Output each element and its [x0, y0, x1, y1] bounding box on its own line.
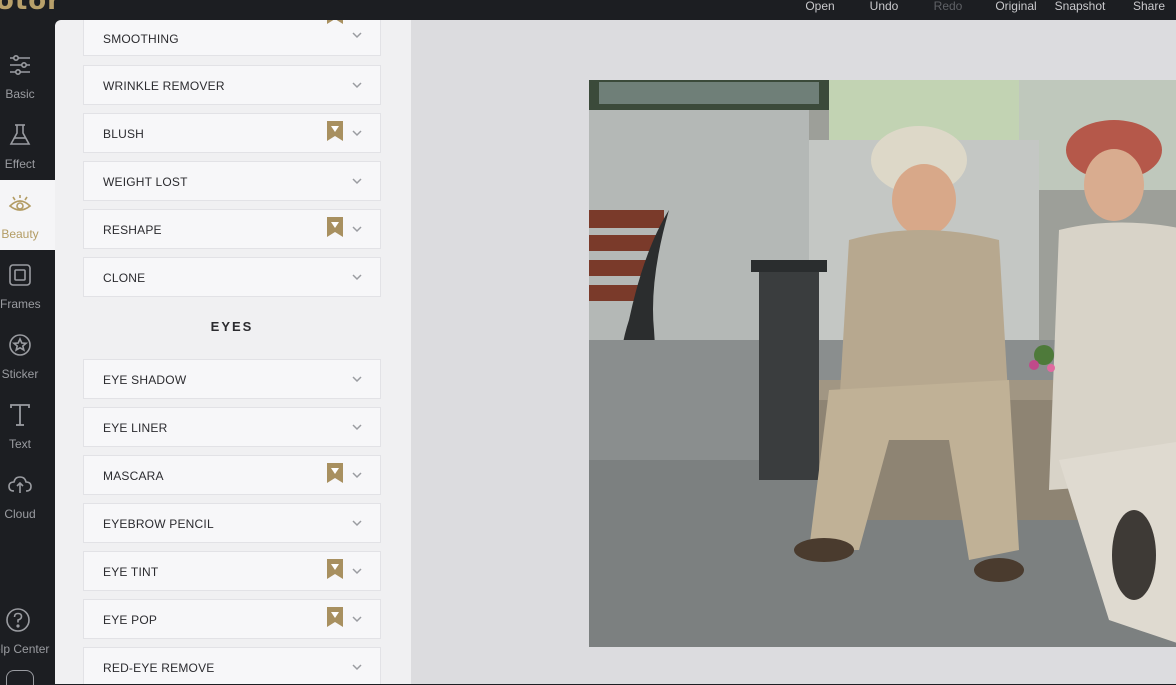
tool-item-eye-pop[interactable]: EYE POP: [83, 599, 381, 639]
app-logo: otor: [0, 0, 61, 16]
tool-item-eye-liner[interactable]: EYE LINER: [83, 407, 381, 447]
tool-item-label: EYE POP: [103, 613, 158, 627]
tool-item-label: RESHAPE: [103, 223, 162, 237]
tool-item-label: BLUSH: [103, 127, 145, 141]
tool-rail: Basic Effect Beauty Frames Sticker Text …: [0, 20, 55, 685]
tool-item-eye-tint[interactable]: EYE TINT: [83, 551, 381, 591]
redo-button[interactable]: Redo: [928, 0, 968, 13]
rail-label-text: Text: [8, 437, 31, 451]
chevron-down-icon: [350, 270, 364, 284]
tool-item-label: EYE LINER: [103, 421, 168, 435]
rail-label-basic: Basic: [5, 87, 35, 101]
text-icon: [8, 402, 32, 428]
rail-label-beauty: Beauty: [1, 227, 39, 241]
chevron-down-icon: [350, 420, 364, 434]
chevron-down-icon: [350, 468, 364, 482]
chevron-down-icon: [350, 612, 364, 626]
star-circle-icon: [8, 332, 32, 358]
rail-item-text[interactable]: Text: [0, 390, 55, 460]
tool-item-red-eye-remove[interactable]: RED-EYE REMOVE: [83, 647, 381, 684]
tool-item-wrinkle-remover[interactable]: WRINKLE REMOVER: [83, 65, 381, 105]
chevron-down-icon: [350, 174, 364, 188]
top-bar: otor Open Undo Redo Original Snapshot Sh…: [0, 0, 1176, 20]
rail-item-cloud[interactable]: Cloud: [0, 460, 55, 530]
tool-item-mascara[interactable]: MASCARA: [83, 455, 381, 495]
tool-item-clone[interactable]: CLONE: [83, 257, 381, 297]
rail-item-effect[interactable]: Effect: [0, 110, 55, 180]
editor-canvas[interactable]: [411, 20, 1176, 684]
rail-item-frames[interactable]: Frames: [0, 250, 55, 320]
original-button[interactable]: Original: [988, 0, 1044, 13]
section-title-eyes: EYES: [210, 319, 254, 334]
tool-item-reshape[interactable]: RESHAPE: [83, 209, 381, 249]
tool-item-eyebrow-pencil[interactable]: EYEBROW PENCIL: [83, 503, 381, 543]
chevron-down-icon: [350, 564, 364, 578]
eye-icon: [8, 192, 32, 218]
frame-icon: [8, 262, 32, 288]
tool-item-label: WRINKLE REMOVER: [103, 79, 225, 93]
beauty-panel: SMOOTHING WRINKLE REMOVER BLUSH WEIGHT L…: [55, 20, 411, 684]
tool-item-smoothing[interactable]: SMOOTHING: [83, 20, 381, 56]
rail-label-frames: Frames: [0, 297, 41, 311]
tool-item-label: EYE TINT: [103, 565, 159, 579]
edited-photo[interactable]: [589, 80, 1176, 647]
tool-item-label: RED-EYE REMOVE: [103, 661, 215, 675]
tool-item-blush[interactable]: BLUSH: [83, 113, 381, 153]
chevron-down-icon: [350, 78, 364, 92]
share-button[interactable]: Share: [1122, 0, 1176, 13]
tool-item-label: MASCARA: [103, 469, 164, 483]
settings-icon[interactable]: [6, 670, 34, 685]
chevron-down-icon: [350, 126, 364, 140]
chevron-down-icon: [350, 516, 364, 530]
tool-item-label: CLONE: [103, 271, 146, 285]
snapshot-button[interactable]: Snapshot: [1050, 0, 1110, 13]
chevron-down-icon: [350, 660, 364, 674]
rail-label-effect: Effect: [4, 157, 36, 171]
premium-diamond-icon: [326, 606, 344, 628]
tool-item-label: EYE SHADOW: [103, 373, 187, 387]
tool-item-eye-shadow[interactable]: EYE SHADOW: [83, 359, 381, 399]
chevron-down-icon: [350, 222, 364, 236]
tool-item-label: SMOOTHING: [103, 32, 179, 46]
tool-item-label: EYEBROW PENCIL: [103, 517, 214, 531]
flask-icon: [8, 122, 32, 148]
premium-diamond-icon: [326, 558, 344, 580]
rail-label-help-center: elp Center: [0, 642, 50, 656]
rail-item-help-center[interactable]: elp Center: [0, 595, 55, 665]
chevron-down-icon: [350, 372, 364, 386]
premium-diamond-icon: [326, 120, 344, 142]
tool-item-weight-lost[interactable]: WEIGHT LOST: [83, 161, 381, 201]
cloud-upload-icon: [8, 472, 32, 498]
rail-item-beauty[interactable]: Beauty: [0, 180, 55, 250]
rail-label-sticker: Sticker: [1, 367, 39, 381]
rail-item-sticker[interactable]: Sticker: [0, 320, 55, 390]
sliders-icon: [8, 52, 32, 78]
tool-item-label: WEIGHT LOST: [103, 175, 188, 189]
help-circle-icon: [6, 607, 30, 633]
rail-item-basic[interactable]: Basic: [0, 40, 55, 110]
undo-button[interactable]: Undo: [864, 0, 904, 13]
premium-diamond-icon: [326, 20, 344, 25]
chevron-down-icon: [350, 28, 364, 42]
premium-diamond-icon: [326, 462, 344, 484]
open-button[interactable]: Open: [800, 0, 840, 13]
premium-diamond-icon: [326, 216, 344, 238]
rail-label-cloud: Cloud: [4, 507, 36, 521]
